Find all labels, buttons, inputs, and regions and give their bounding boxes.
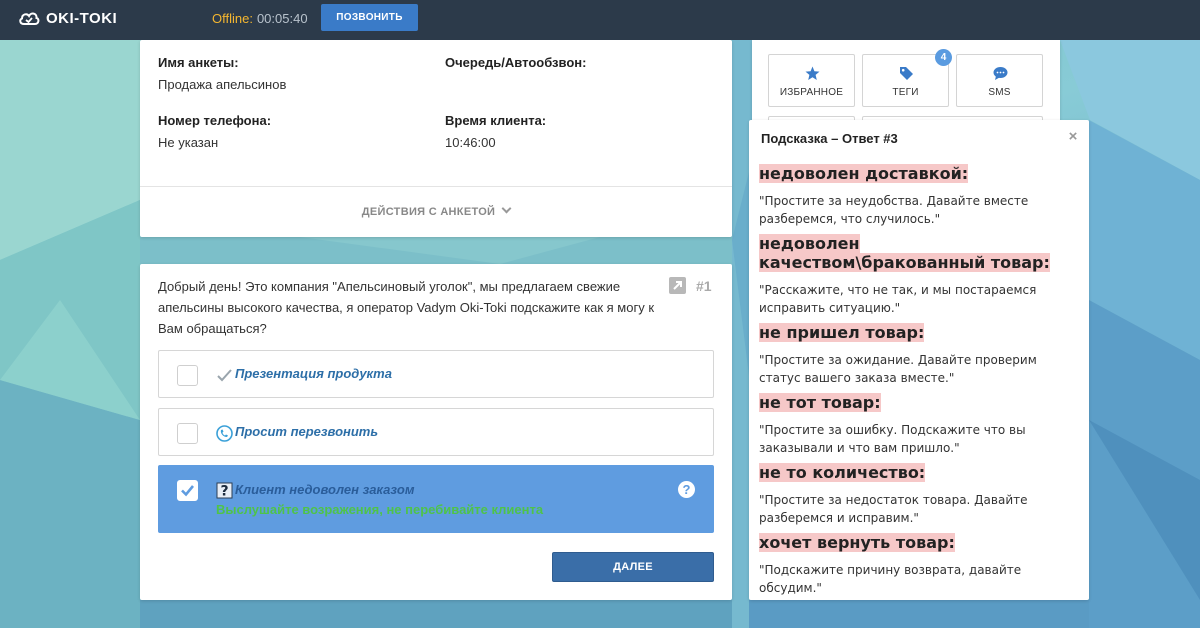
- hint-text: "Подскажите причину возврата, давайте об…: [759, 563, 1022, 595]
- form-actions-label: ДЕЙСТВИЯ С АНКЕТОЙ: [361, 206, 496, 218]
- hint-text: "Простите за ожидание. Давайте проверим …: [759, 353, 1037, 385]
- form-info-card: Имя анкеты: Продажа апельсинов Очередь/А…: [140, 40, 732, 237]
- status-timer: 00:05:40: [256, 11, 308, 26]
- checkmark-icon: [181, 485, 195, 497]
- option-callback[interactable]: Просит перезвонить: [158, 408, 714, 456]
- phone-value: Не указан: [158, 135, 219, 150]
- top-bar: OKI-TOKI Offline: 00:05:40 ПОЗВОНИТЬ: [0, 0, 1200, 40]
- hint-item: недоволен качеством\бракованный товар:: [759, 234, 1077, 272]
- phone-icon: [216, 425, 233, 442]
- chevron-down-icon: [501, 203, 512, 214]
- option-label: Клиент недоволен заказом: [235, 482, 415, 497]
- hint-heading: недоволен качеством\бракованный товар:: [759, 234, 1050, 272]
- hint-title: Подсказка – Ответ #3: [761, 131, 898, 146]
- tags-label: ТЕГИ: [892, 87, 919, 98]
- logo-text: OKI-TOKI: [46, 9, 118, 27]
- option-checkbox[interactable]: [177, 365, 198, 386]
- divider: [140, 186, 732, 187]
- hint-item: хочет вернуть товар:: [759, 533, 1077, 552]
- operator-status: Offline: 00:05:40: [212, 11, 308, 26]
- hint-item: не то количество:: [759, 463, 1077, 482]
- hint-text: "Простите за недостаток товара. Давайте …: [759, 493, 1028, 525]
- form-actions-toggle[interactable]: ДЕЙСТВИЯ С АНКЕТОЙ: [140, 203, 732, 218]
- hint-heading: хочет вернуть товар:: [759, 533, 955, 552]
- hint-text: "Простите за ошибку. Подскажите что вы з…: [759, 423, 1026, 455]
- option-checkbox-checked[interactable]: [177, 480, 198, 501]
- hint-body: недоволен доставкой: "Простите за неудоб…: [759, 164, 1077, 603]
- option-label: Презентация продукта: [235, 366, 392, 381]
- option-client-unhappy[interactable]: ? Клиент недоволен заказом Выслушайте во…: [158, 465, 714, 533]
- question-icon: ?: [216, 482, 233, 499]
- hint-item: недоволен доставкой:: [759, 164, 1077, 183]
- check-mark-icon: [217, 369, 232, 382]
- hint-heading: недоволен доставкой:: [759, 164, 969, 183]
- chat-icon: [993, 67, 1008, 80]
- hint-heading: не пришел товар:: [759, 323, 925, 342]
- tags-count-badge: 4: [935, 49, 952, 66]
- client-time-value: 10:46:00: [445, 135, 496, 150]
- favorites-button[interactable]: ИЗБРАННОЕ: [768, 54, 855, 107]
- option-label: Просит перезвонить: [235, 424, 379, 439]
- script-text: Добрый день! Это компания "Апельсиновый …: [158, 279, 655, 336]
- hint-text: "Простите за неудобства. Давайте вместе …: [759, 194, 1029, 226]
- hint-item: не тот товар:: [759, 393, 1077, 412]
- hint-heading: не тот товар:: [759, 393, 881, 412]
- option-product-presentation[interactable]: Презентация продукта: [158, 350, 714, 398]
- hint-text: "Расскажите, что не так, и мы постараемс…: [759, 283, 1037, 315]
- tag-icon: [900, 67, 913, 80]
- tools-card: ИЗБРАННОЕ ТЕГИ SMS: [752, 40, 1060, 132]
- client-time-label: Время клиента:: [445, 113, 547, 128]
- close-icon[interactable]: ×: [1067, 129, 1079, 144]
- phone-label: Номер телефона:: [158, 113, 272, 128]
- queue-label: Очередь/Автообзвон:: [445, 55, 587, 70]
- logo[interactable]: OKI-TOKI: [18, 9, 117, 27]
- sms-label: SMS: [988, 87, 1011, 98]
- hint-heading: не то количество:: [759, 463, 926, 482]
- favorites-label: ИЗБРАННОЕ: [779, 87, 844, 98]
- cloud-icon: [19, 12, 40, 25]
- form-name-label: Имя анкеты:: [158, 55, 239, 70]
- script-card: Добрый день! Это компания "Апельсиновый …: [140, 264, 732, 600]
- hint-popup: Подсказка – Ответ #3 × недоволен доставк…: [749, 120, 1089, 600]
- status-label: Offline:: [212, 11, 253, 26]
- hint-item: не пришел товар:: [759, 323, 1077, 342]
- call-button[interactable]: ПОЗВОНИТЬ: [321, 4, 418, 31]
- option-checkbox[interactable]: [177, 423, 198, 444]
- option-hint-text: Выслушайте возражения, не перебивайте кл…: [216, 502, 544, 517]
- sms-button[interactable]: SMS: [956, 54, 1043, 107]
- step-number: #1: [696, 278, 712, 294]
- help-icon[interactable]: ?: [678, 481, 695, 498]
- star-icon: [805, 66, 820, 80]
- next-button[interactable]: ДАЛЕЕ: [552, 552, 714, 582]
- form-name-value: Продажа апельсинов: [158, 77, 287, 92]
- expand-icon[interactable]: [669, 277, 686, 294]
- svg-text:?: ?: [220, 484, 228, 500]
